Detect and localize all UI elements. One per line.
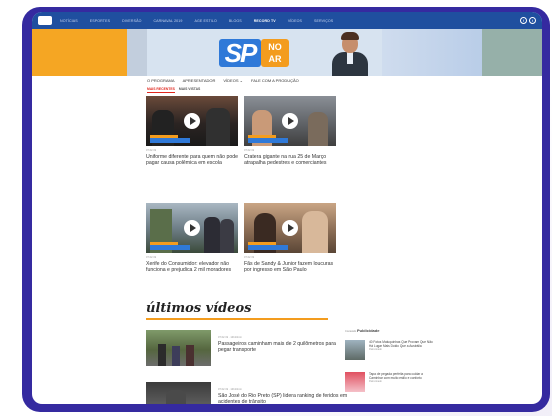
- video-title[interactable]: São José do Rio Preto (SP) lidera rankin…: [218, 393, 348, 404]
- video-thumbnail[interactable]: [146, 330, 211, 366]
- sidebar-header: Conteúdo Publicidade: [345, 328, 435, 333]
- video-date: 07.02.19: [146, 256, 157, 259]
- sponsored-meta: Patrocinado: [369, 348, 382, 351]
- video-title[interactable]: Uniforme diferente para quem não pode pa…: [146, 154, 238, 167]
- video-date: 07.02.19: [244, 149, 255, 152]
- sponsored-meta: Patrocinado: [369, 380, 382, 383]
- subnav-fale-conosco[interactable]: FALE COM A PRODUÇÃO: [251, 78, 299, 83]
- play-icon[interactable]: [282, 113, 298, 129]
- sponsored-text[interactable]: Tapa de pegada perfeita para cuidar a Ca…: [369, 372, 435, 384]
- video-title[interactable]: Cratera gigante na rua 25 de Março atrap…: [244, 154, 336, 167]
- presenter-photo: [332, 32, 368, 76]
- nav-item-record-tv[interactable]: RECORD TV: [254, 19, 276, 23]
- program-logo-sp: SP: [219, 39, 261, 67]
- top-nav-bar: NOTÍCIAS ESPORTES DIVERSÃO CARNAVAL 2019…: [32, 12, 542, 29]
- banner-blue-block: [382, 29, 482, 76]
- sponsored-sidebar: Conteúdo Publicidade 40 Fotos Maluquinha…: [345, 328, 435, 392]
- latest-videos-heading: últimos vídeos: [146, 301, 252, 316]
- video-title[interactable]: Xerife do Consumidor: elevador não funci…: [146, 261, 238, 274]
- tab-most-recent[interactable]: MAIS RECENTES: [147, 87, 175, 93]
- video-title[interactable]: Passageiros caminham mais de 2 quilômetr…: [218, 341, 348, 353]
- nav-item-estilo[interactable]: AGE ESTILO: [194, 19, 216, 23]
- banner-green-block: [482, 29, 542, 76]
- sidebar-header-big: Publicidade: [356, 328, 380, 333]
- sponsored-title[interactable]: 40 Fotos Maluquinhas Que Provam Que Não …: [369, 340, 435, 348]
- heading-underline: [146, 318, 328, 320]
- play-icon[interactable]: [184, 220, 200, 236]
- banner-orange-block: [32, 29, 127, 76]
- video-card[interactable]: 07.02.19 Uniforme diferente para quem nã…: [146, 96, 238, 167]
- nav-item-diversao[interactable]: DIVERSÃO: [122, 19, 141, 23]
- tab-most-viewed[interactable]: MAIS VISTAS: [179, 87, 200, 93]
- program-logo-ar: AR: [268, 54, 282, 64]
- nav-item-carnaval[interactable]: CARNAVAL 2019: [153, 19, 182, 23]
- video-thumbnail[interactable]: [146, 203, 238, 253]
- subnav-apresentador[interactable]: APRESENTADOR: [183, 78, 216, 83]
- main-nav: NOTÍCIAS ESPORTES DIVERSÃO CARNAVAL 2019…: [60, 19, 520, 23]
- video-date: 07.02.19: [146, 149, 157, 152]
- nav-item-esportes[interactable]: ESPORTES: [90, 19, 110, 23]
- video-date: 07.02.19 · 14h13min: [218, 336, 242, 339]
- video-thumbnail[interactable]: [146, 96, 238, 146]
- video-card[interactable]: 07.02.19 Fãs de Sandy & Junior fazem lou…: [244, 203, 336, 274]
- program-banner: SP NO AR: [32, 29, 542, 76]
- program-logo-noar: NO AR: [261, 39, 289, 67]
- video-title[interactable]: Fãs de Sandy & Junior fazem loucuras por…: [244, 261, 336, 274]
- nav-item-videos[interactable]: VÍDEOS: [288, 19, 302, 23]
- play-icon[interactable]: [282, 220, 298, 236]
- video-date: 07.02.19: [244, 256, 255, 259]
- twitter-icon[interactable]: t: [529, 17, 536, 24]
- sponsored-title[interactable]: Tapa de pegada perfeita para cuidar a Ca…: [369, 372, 435, 380]
- nav-item-noticias[interactable]: NOTÍCIAS: [60, 19, 78, 23]
- social-links: f t: [520, 17, 536, 24]
- video-date: 07.02.19 · 14h13min: [218, 388, 242, 391]
- video-card[interactable]: 07.02.19 Xerife do Consumidor: elevador …: [146, 203, 238, 274]
- subnav-videos[interactable]: VÍDEOS ⌄: [223, 78, 243, 83]
- video-thumbnail[interactable]: [146, 382, 211, 404]
- subnav-programa[interactable]: O PROGRAMA: [147, 78, 175, 83]
- nav-item-blogs[interactable]: BLOGS: [229, 19, 242, 23]
- nav-item-servicos[interactable]: SERVIÇOS: [314, 19, 333, 23]
- tablet-frame: NOTÍCIAS ESPORTES DIVERSÃO CARNAVAL 2019…: [22, 7, 550, 412]
- sponsored-thumbnail[interactable]: [345, 340, 365, 360]
- video-card[interactable]: 07.02.19 Cratera gigante na rua 25 de Ma…: [244, 96, 336, 167]
- sidebar-header-small: Conteúdo: [345, 330, 357, 333]
- site-logo-icon[interactable]: [38, 16, 52, 25]
- sponsored-text[interactable]: 40 Fotos Maluquinhas Que Provam Que Não …: [369, 340, 435, 352]
- program-subnav: O PROGRAMA APRESENTADOR VÍDEOS ⌄ FALE CO…: [147, 78, 299, 83]
- facebook-icon[interactable]: f: [520, 17, 527, 24]
- banner-grey-block: [127, 29, 147, 76]
- video-tabs: MAIS RECENTES MAIS VISTAS: [147, 87, 200, 93]
- program-logo-no: NO: [268, 42, 282, 52]
- video-thumbnail[interactable]: [244, 203, 336, 253]
- sponsored-thumbnail[interactable]: [345, 372, 365, 392]
- webpage-screen: NOTÍCIAS ESPORTES DIVERSÃO CARNAVAL 2019…: [32, 12, 542, 404]
- video-thumbnail[interactable]: [244, 96, 336, 146]
- play-icon[interactable]: [184, 113, 200, 129]
